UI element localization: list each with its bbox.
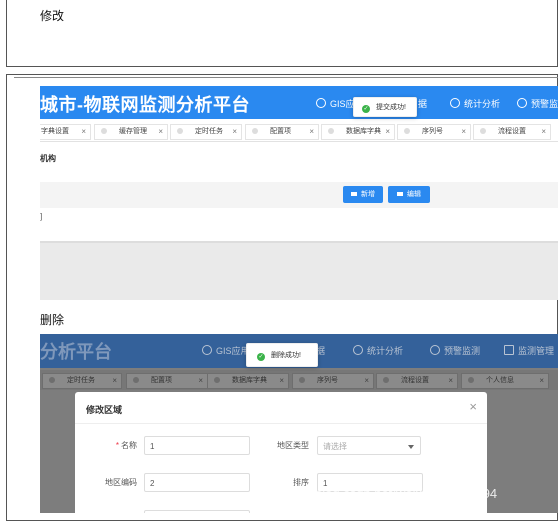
chart-icon <box>353 345 363 355</box>
tab-workflow[interactable]: 流程设置 × <box>376 373 458 389</box>
table-row: ] <box>40 212 43 221</box>
close-icon[interactable]: × <box>448 374 453 388</box>
close-icon[interactable]: × <box>469 399 477 414</box>
dialog-divider <box>75 423 487 424</box>
tab-serial[interactable]: 序列号 × <box>397 124 471 140</box>
close-icon[interactable]: × <box>279 374 284 388</box>
close-icon[interactable]: × <box>232 125 237 139</box>
name-label: * 名称 <box>115 441 137 450</box>
dot-icon <box>299 377 305 383</box>
empty-area <box>40 241 558 300</box>
monitor-icon <box>504 345 514 355</box>
tab-profile[interactable]: 个人信息 × <box>461 373 549 389</box>
tab-serial[interactable]: 序列号 × <box>292 373 374 389</box>
dot-icon <box>101 128 107 134</box>
dot-icon <box>328 128 334 134</box>
frame-inner-line <box>14 77 558 78</box>
region-code-label: 地区编码 <box>105 478 137 487</box>
add-icon <box>351 192 357 196</box>
tab-cache[interactable]: 缓存管理 × <box>94 124 168 140</box>
close-icon[interactable]: × <box>309 125 314 139</box>
alert-icon <box>430 345 440 355</box>
edit-screenshot: 城市-物联网监测分析平台 GIS应用 据 统计分析 预警监测 字典设置× 缓存管… <box>40 86 558 300</box>
app-title: 城市-物联网监测分析平台 <box>40 95 250 115</box>
dot-icon <box>133 377 139 383</box>
toolbar: 新增 编辑 <box>40 182 558 208</box>
top-frame <box>6 0 558 67</box>
edit-caption: 修改 <box>40 9 65 23</box>
close-icon[interactable]: × <box>541 125 546 139</box>
close-icon[interactable]: × <box>461 125 466 139</box>
tab-config[interactable]: 配置项 × <box>245 124 319 140</box>
chart-icon <box>450 98 460 108</box>
globe-icon <box>316 98 326 108</box>
dot-icon <box>214 377 220 383</box>
close-icon[interactable]: × <box>81 125 86 139</box>
nav-warning[interactable]: 预警监测 <box>430 344 480 357</box>
app-title: 分析平台 <box>40 342 112 362</box>
tab-workflow[interactable]: 流程设置 × <box>473 124 551 140</box>
dot-icon <box>383 377 389 383</box>
dot-icon <box>404 128 410 134</box>
page-subtitle: 机构 <box>40 154 56 163</box>
nav-statistics[interactable]: 统计分析 <box>450 97 500 110</box>
close-icon[interactable]: × <box>112 374 117 388</box>
nav-monitor[interactable]: 监测管理 <box>504 344 554 357</box>
dot-icon <box>177 128 183 134</box>
delete-caption: 删除 <box>40 313 65 327</box>
region-type-label: 地区类型 <box>277 441 309 450</box>
tab-bar: 定时任务 × 配置项 × 数据库字典 × 序列号 × 流程设置 × 个人信息 × <box>40 370 558 390</box>
tab-db-dict[interactable]: 数据库字典 × <box>321 124 395 140</box>
alert-icon <box>517 98 527 108</box>
nav-data[interactable]: 据 <box>418 97 427 110</box>
tab-bar: 字典设置 × 缓存管理 × 定时任务 × 配置项 × 数据库字典 × 序列号 × 流程设置 × <box>40 121 558 142</box>
tab-dict-settings[interactable]: 字典设置 × <box>40 124 91 140</box>
tab-cron[interactable]: 定时任务 × <box>42 373 122 389</box>
delete-toast: ✓ 删除成功! <box>246 343 318 367</box>
name-field[interactable]: 1 <box>144 436 250 455</box>
nav-statistics[interactable]: 统计分析 <box>353 344 403 357</box>
region-type-select[interactable]: 请选择 <box>317 436 421 455</box>
edit-icon <box>397 192 403 196</box>
app-header: 城市-物联网监测分析平台 GIS应用 据 统计分析 预警监测 <box>40 86 558 119</box>
success-toast: ✓ 提交成功! <box>353 97 417 117</box>
chevron-down-icon <box>408 445 414 449</box>
tab-cron[interactable]: 定时任务 × <box>170 124 242 140</box>
nav-gis[interactable]: GIS应用 <box>202 344 250 357</box>
close-icon[interactable]: × <box>364 374 369 388</box>
close-icon[interactable]: × <box>385 125 390 139</box>
check-icon: ✓ <box>362 105 370 113</box>
dot-icon <box>49 377 55 383</box>
region-code-field[interactable]: 2 <box>144 473 250 492</box>
dialog-title: 修改区域 <box>86 405 123 415</box>
nav-warning[interactable]: 预警监测 <box>517 97 558 110</box>
tab-db-dict[interactable]: 数据库字典 × <box>207 373 289 389</box>
close-icon[interactable]: × <box>158 125 163 139</box>
check-icon: ✓ <box>257 353 265 361</box>
add-button[interactable]: 新增 <box>343 186 383 203</box>
dot-icon <box>252 128 258 134</box>
dot-icon <box>480 128 486 134</box>
tab-config[interactable]: 配置项 × <box>126 373 208 389</box>
edit-button[interactable]: 编辑 <box>388 186 430 203</box>
close-icon[interactable]: × <box>198 374 203 388</box>
globe-icon <box>202 345 212 355</box>
watermark: https://blog.csdn.net/weixin_45038894 <box>276 486 498 501</box>
dot-icon <box>468 377 474 383</box>
close-icon[interactable]: × <box>539 374 544 388</box>
